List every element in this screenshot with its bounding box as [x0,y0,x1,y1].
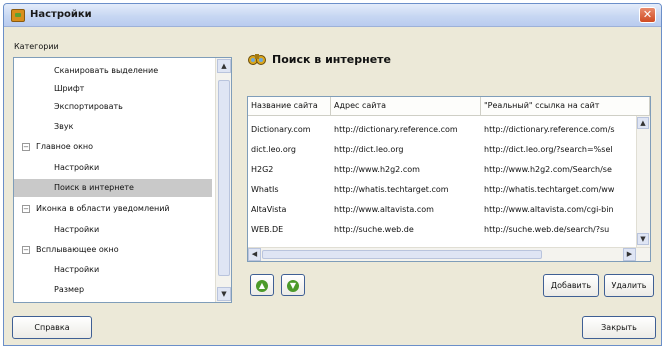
tree-item-label: Главное окно [36,142,94,151]
tree-scroll-thumb[interactable] [218,80,230,276]
scroll-down-icon[interactable]: ▼ [217,287,231,301]
tree-item-tray-icon[interactable]: − Иконка в области уведомлений [14,200,212,218]
scroll-down-icon[interactable]: ▼ [637,233,649,245]
tree-item-popup-settings[interactable]: Настройки [14,261,212,279]
tree-item-label: Шрифт [54,84,85,93]
close-button[interactable]: Закрыть [582,316,656,339]
delete-button[interactable]: Удалить [604,274,654,297]
tree-item-size[interactable]: Размер [14,281,212,299]
cell-real-link: http://whatis.techtarget.com/ww [484,185,615,194]
table-row[interactable]: H2G2 http://www.h2g2.com http://www.h2g2… [248,160,636,179]
tree-item-label: Настройки [54,163,100,172]
scroll-up-icon[interactable]: ▲ [217,59,231,73]
collapse-icon[interactable]: − [22,204,30,213]
cell-site-address: http://dictionary.reference.com [334,125,458,134]
tree-item-main-window[interactable]: − Главное окно [14,138,212,156]
categories-tree[interactable]: Сканировать выделение Шрифт Экспортирова… [13,57,232,303]
tree-item-web-search[interactable]: Поиск в интернете [14,179,212,197]
table-row[interactable]: WhatIs http://whatis.techtarget.com http… [248,180,636,199]
section-title: Поиск в интернете [272,53,391,66]
tree-item-popup-window[interactable]: − Всплывающее окно [14,241,212,259]
cell-site-name: AltaVista [251,205,287,214]
table-row[interactable]: AltaVista http://www.altavista.com http:… [248,200,636,219]
cell-site-address: http://www.altavista.com [334,205,434,214]
binoculars-icon [248,54,266,65]
cell-site-name: Dictionary.com [251,125,311,134]
scroll-right-icon[interactable]: ▶ [623,248,636,261]
tree-item-label: Экспортировать [54,102,123,111]
column-header-site-name[interactable]: Название сайта [248,97,331,116]
window-title: Настройки [30,9,92,20]
table-row[interactable]: Dictionary.com http://dictionary.referen… [248,120,636,139]
cell-real-link: http://dict.leo.org/?search=%sel [484,145,613,154]
tree-item-label: Поиск в интернете [54,183,134,192]
cell-site-address: http://suche.web.de [334,225,414,234]
cell-site-name: dict.leo.org [251,145,296,154]
cell-site-address: http://dict.leo.org [334,145,404,154]
tree-item-label: Настройки [54,265,100,274]
tree-item-label: Звук [54,122,74,131]
cell-real-link: http://suche.web.de/search/?su [484,225,610,234]
tree-item-tray-settings[interactable]: Настройки [14,221,212,239]
cell-site-address: http://www.h2g2.com [334,165,420,174]
tree-item-sound[interactable]: Звук [14,118,212,136]
categories-list: Сканировать выделение Шрифт Экспортирова… [14,58,215,302]
sites-table[interactable]: Название сайта Адрес сайта "Реальный" сс… [247,96,651,262]
tree-scrollbar[interactable]: ▲ ▼ [215,58,231,302]
tree-item-label: Размер [54,285,85,294]
add-button[interactable]: Добавить [543,274,599,297]
tree-item-main-settings[interactable]: Настройки [14,159,212,177]
table-horizontal-scrollbar[interactable]: ◀ ▶ [248,247,650,261]
table-scroll-thumb[interactable] [262,250,542,259]
table-row[interactable]: dict.leo.org http://dict.leo.org http://… [248,140,636,159]
cell-real-link: http://www.altavista.com/cgi-bin [484,205,614,214]
collapse-icon[interactable]: − [22,245,30,254]
column-header-site-address[interactable]: Адрес сайта [331,97,481,116]
tree-item-label: Всплывающее окно [36,245,119,254]
close-window-button[interactable]: ✕ [639,7,656,23]
table-row[interactable]: WEB.DE http://suche.web.de http://suche.… [248,220,636,239]
scroll-up-icon[interactable]: ▲ [637,117,649,129]
tree-item-label: Сканировать выделение [54,66,159,75]
scroll-left-icon[interactable]: ◀ [248,248,261,261]
cell-real-link: http://dictionary.reference.com/s [484,125,615,134]
move-down-button[interactable]: ▼ [281,274,305,296]
cell-site-name: H2G2 [251,165,274,174]
categories-label: Категории [14,42,59,51]
help-button[interactable]: Справка [12,316,92,339]
cell-site-address: http://whatis.techtarget.com [334,185,449,194]
arrow-up-icon: ▲ [256,280,268,292]
collapse-icon[interactable]: − [22,142,30,151]
cell-site-name: WEB.DE [251,225,284,234]
tree-item-label: Настройки [54,225,100,234]
table-vertical-scrollbar[interactable]: ▲ ▼ [636,116,650,247]
cell-real-link: http://www.h2g2.com/Search/se [484,165,612,174]
arrow-down-icon: ▼ [287,280,299,292]
cell-site-name: WhatIs [251,185,279,194]
tree-item-scan-selection[interactable]: Сканировать выделение [14,62,212,80]
column-header-real-link[interactable]: "Реальный" ссылка на сайт [481,97,650,116]
title-bar: Настройки ✕ [4,4,661,27]
tree-item-label: Иконка в области уведомлений [36,204,170,213]
move-up-button[interactable]: ▲ [250,274,274,296]
tree-item-export[interactable]: Экспортировать [14,98,212,116]
table-header: Название сайта Адрес сайта "Реальный" сс… [248,97,650,116]
app-icon [11,9,25,22]
tree-item-font[interactable]: Шрифт [14,80,212,98]
